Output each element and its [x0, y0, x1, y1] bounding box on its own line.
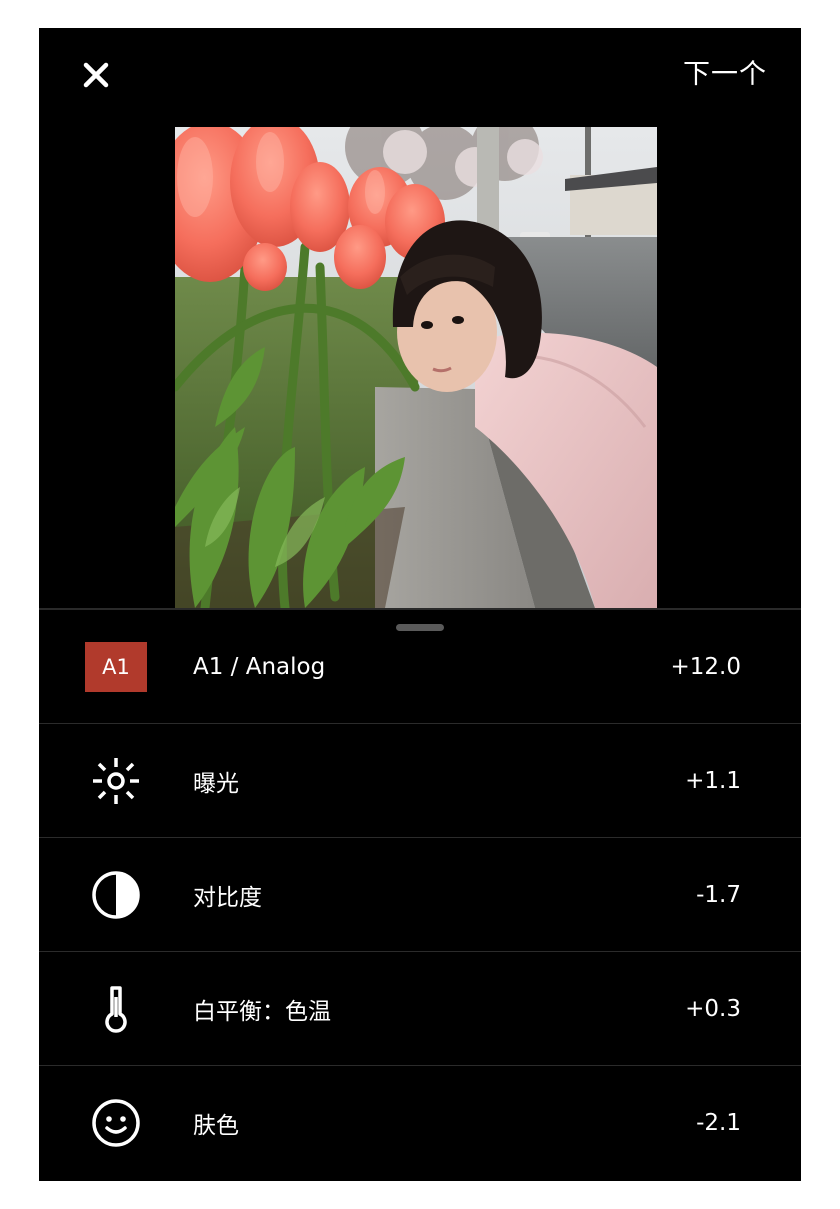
- adjustment-value: +1.1: [685, 767, 741, 794]
- adjustment-row-white-balance[interactable]: 白平衡：色温 +0.3: [39, 952, 801, 1066]
- photo-preview[interactable]: [175, 127, 657, 608]
- next-button[interactable]: 下一个: [683, 58, 767, 92]
- adjustment-row-skin-tone[interactable]: 肤色 -2.1: [39, 1066, 801, 1179]
- close-button[interactable]: [79, 58, 113, 92]
- adjustment-value: -1.7: [696, 881, 741, 908]
- preset-badge-label: A1: [85, 641, 147, 692]
- adjustment-label: 肤色: [193, 1112, 239, 1139]
- adjustment-label: 白平衡：色温: [193, 998, 331, 1025]
- thermometer-icon: [85, 983, 147, 1035]
- editor-screen: 下一个 A1 A1 / Analog +12.0 曝光 +1.1 对比度 -1.…: [39, 28, 801, 1181]
- adjustment-label: 对比度: [193, 884, 262, 911]
- adjustment-row-preset[interactable]: A1 A1 / Analog +12.0: [39, 610, 801, 724]
- adjustment-row-exposure[interactable]: 曝光 +1.1: [39, 724, 801, 838]
- smiley-face-icon: [85, 1097, 147, 1149]
- adjustments-panel: A1 A1 / Analog +12.0 曝光 +1.1 对比度 -1.7 白平…: [39, 608, 801, 1181]
- close-icon: [83, 62, 109, 88]
- adjustment-value: +12.0: [670, 653, 741, 680]
- sun-icon: [85, 755, 147, 807]
- adjustment-value: +0.3: [685, 995, 741, 1022]
- adjustment-row-contrast[interactable]: 对比度 -1.7: [39, 838, 801, 952]
- adjustment-label: A1 / Analog: [193, 653, 326, 680]
- half-circle-contrast-icon: [85, 869, 147, 921]
- adjustment-value: -2.1: [696, 1109, 741, 1136]
- adjustment-label: 曝光: [193, 770, 239, 797]
- top-bar: 下一个: [39, 28, 801, 120]
- photo-image: [175, 127, 657, 608]
- preset-badge: A1: [85, 641, 147, 693]
